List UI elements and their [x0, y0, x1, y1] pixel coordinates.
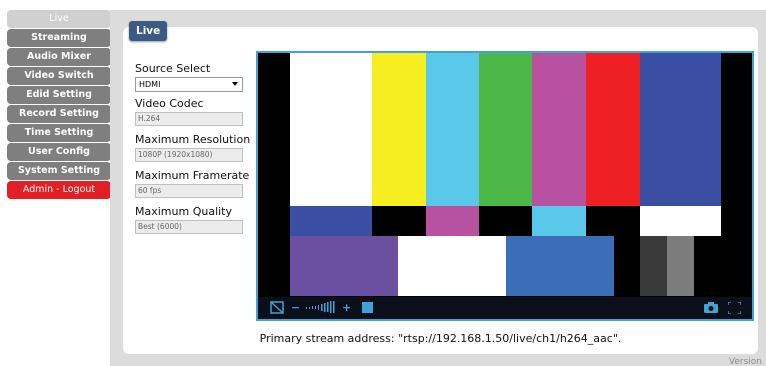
primary-stream-address: Primary stream address: "rtsp://192.168.… [259, 332, 622, 345]
sidebar-item-time-setting[interactable]: Time Setting [7, 124, 111, 142]
sidebar-item-system-setting[interactable]: System Setting [7, 162, 111, 180]
video-codec-label: Video Codec [135, 97, 204, 110]
source-select[interactable]: HDMI [135, 77, 243, 92]
sidebar-nav: Live Streaming Audio Mixer Video Switch … [7, 10, 111, 200]
max-quality-label: Maximum Quality [135, 205, 233, 218]
player-controls: − + [258, 297, 752, 319]
block-white [398, 236, 506, 296]
volume-down-icon[interactable]: − [291, 301, 300, 315]
logout-button[interactable]: Admin - Logout [7, 181, 111, 199]
max-framerate-label: Maximum Framerate [135, 169, 250, 182]
volume-up-icon[interactable]: + [342, 301, 351, 315]
strip-blue [290, 206, 372, 236]
video-codec-field: H.264 [135, 112, 243, 126]
stop-icon[interactable] [362, 302, 373, 317]
sidebar-item-user-config[interactable]: User Config [7, 143, 111, 161]
max-quality-field: Best (6000) [135, 220, 243, 234]
color-bar-blue [640, 53, 721, 206]
color-bar-red [586, 53, 640, 206]
color-bar-magenta [532, 53, 586, 206]
video-player[interactable]: − + [256, 51, 754, 321]
sidebar-item-record-setting[interactable]: Record Setting [7, 105, 111, 123]
chevron-down-icon [232, 82, 238, 86]
sidebar-item-edid-setting[interactable]: Edid Setting [7, 86, 111, 104]
panel-title: Live [129, 21, 168, 41]
sidebar-item-streaming[interactable]: Streaming [7, 29, 111, 47]
max-framerate-field: 60 fps [135, 184, 243, 198]
max-resolution-field: 1080P (1920x1080) [135, 148, 243, 162]
max-resolution-label: Maximum Resolution [135, 133, 251, 146]
color-bar-yellow [372, 53, 426, 206]
color-bar-green [479, 53, 532, 206]
snapshot-icon[interactable] [704, 302, 718, 317]
color-bar-cyan [426, 53, 479, 206]
sidebar-item-video-switch[interactable]: Video Switch [7, 67, 111, 85]
strip-magenta [426, 206, 479, 236]
sidebar-item-audio-mixer[interactable]: Audio Mixer [7, 48, 111, 66]
color-bar-white [290, 53, 372, 206]
block-purple [290, 236, 398, 296]
source-select-label: Source Select [135, 62, 211, 75]
pluge-dark [640, 236, 667, 296]
strip-cyan [532, 206, 586, 236]
fullscreen-icon[interactable] [727, 301, 742, 318]
version-label: Version [728, 357, 762, 366]
pluge-gray [667, 236, 694, 296]
strip-white [640, 206, 721, 236]
block-blue [506, 236, 614, 296]
mute-icon[interactable] [270, 301, 284, 318]
sidebar-item-live[interactable]: Live [7, 10, 111, 28]
stream-settings-form: Source Select HDMI Video Codec H.264 Max… [135, 62, 251, 241]
volume-level-icon[interactable] [306, 301, 336, 317]
source-select-value: HDMI [139, 80, 161, 89]
